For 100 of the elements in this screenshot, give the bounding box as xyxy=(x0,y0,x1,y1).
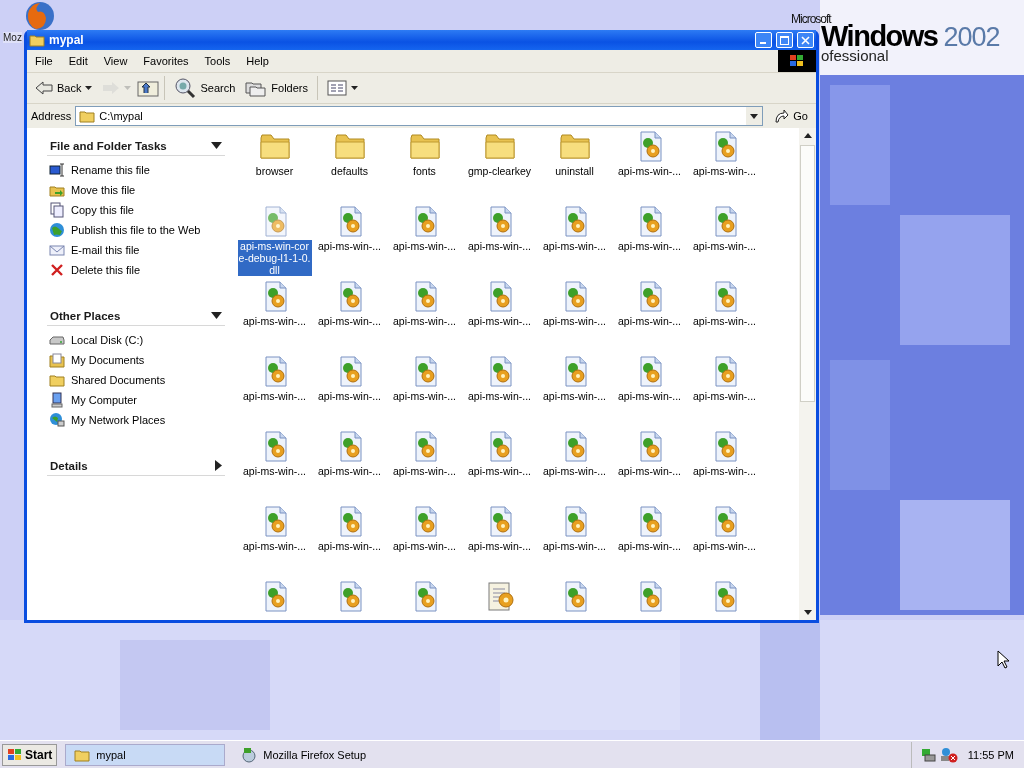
close-button[interactable] xyxy=(797,32,814,48)
task-link[interactable]: My Documents xyxy=(71,354,145,366)
file-name[interactable]: uninstall xyxy=(537,165,612,177)
caret-icon xyxy=(351,86,358,90)
file-name[interactable]: api-ms-win-... xyxy=(462,315,537,327)
file-name[interactable]: api-ms-win-... xyxy=(612,540,687,552)
task-link[interactable]: Delete this file xyxy=(71,264,141,276)
file-name[interactable]: api-ms-win-... xyxy=(387,465,462,477)
collapse-icon[interactable] xyxy=(211,142,222,149)
start-button[interactable]: Start xyxy=(2,744,58,766)
desktop-icon-label[interactable]: Moz xyxy=(3,32,22,43)
task-link[interactable]: My Computer xyxy=(71,394,138,406)
expand-icon[interactable] xyxy=(215,460,222,471)
menu-item[interactable]: Edit xyxy=(60,55,96,67)
mouse-pointer-icon xyxy=(997,650,1009,669)
file-name[interactable]: api-ms-win-... xyxy=(612,165,687,177)
file-name[interactable]: api-ms-win-... xyxy=(462,465,537,477)
scrollbar-thumb[interactable] xyxy=(800,145,815,402)
task-link[interactable]: Move this file xyxy=(71,184,136,196)
caret-icon xyxy=(124,86,132,90)
file-name[interactable]: api-ms-win-... xyxy=(537,315,612,327)
caret-icon xyxy=(85,86,93,90)
collapse-icon[interactable] xyxy=(211,312,222,319)
section-header[interactable]: Other Places xyxy=(47,306,225,326)
dropdown-button[interactable] xyxy=(746,107,763,125)
file-name[interactable]: api-ms-win-... xyxy=(237,540,312,552)
menu-item[interactable]: Favorites xyxy=(135,55,197,67)
file-name[interactable]: api-ms-win-core-debug-l1-1-0.dll xyxy=(237,240,312,276)
file-name[interactable]: api-ms-win-... xyxy=(612,465,687,477)
folder-icon xyxy=(74,747,91,763)
globe-icon xyxy=(49,222,65,238)
maximize-button[interactable] xyxy=(776,32,793,48)
file-name[interactable]: api-ms-win-... xyxy=(687,315,762,327)
file-name[interactable]: api-ms-win-... xyxy=(537,390,612,402)
file-name[interactable]: api-ms-win-... xyxy=(612,390,687,402)
file-name[interactable]: api-ms-win-... xyxy=(537,540,612,552)
envelope-icon xyxy=(49,242,65,258)
file-name[interactable]: api-ms-win-... xyxy=(387,240,462,252)
task-link[interactable]: Shared Documents xyxy=(71,374,166,386)
file-name[interactable]: api-ms-win-... xyxy=(537,240,612,252)
task-link[interactable]: E-mail this file xyxy=(71,244,140,256)
file-name[interactable]: gmp-clearkey xyxy=(462,165,537,177)
file-name[interactable]: api-ms-win-... xyxy=(687,465,762,477)
task-link[interactable]: My Network Places xyxy=(71,414,166,426)
folder-up-icon[interactable] xyxy=(137,79,160,97)
file-name[interactable]: api-ms-win-... xyxy=(612,240,687,252)
taskbar-button[interactable]: mypal xyxy=(65,744,226,766)
file-name[interactable]: api-ms-win-... xyxy=(312,465,387,477)
documents-folder-icon xyxy=(49,352,65,368)
file-name[interactable]: api-ms-win-... xyxy=(612,315,687,327)
folders-button[interactable]: Folders xyxy=(241,76,312,100)
scroll-up-icon[interactable] xyxy=(803,133,812,138)
menu-item[interactable]: File xyxy=(27,55,61,67)
file-name[interactable]: api-ms-win-... xyxy=(687,165,762,177)
address-field[interactable]: C:\mypal xyxy=(75,106,764,126)
file-name[interactable]: api-ms-win-... xyxy=(237,465,312,477)
file-name[interactable]: api-ms-win-... xyxy=(237,390,312,402)
file-name[interactable]: api-ms-win-... xyxy=(312,540,387,552)
file-name[interactable]: fonts xyxy=(387,165,462,177)
network-error-icon[interactable] xyxy=(939,747,958,763)
go-button[interactable]: Go xyxy=(767,108,814,124)
maximize-icon[interactable] xyxy=(780,35,789,45)
file-name[interactable]: api-ms-win-... xyxy=(387,315,462,327)
back-button[interactable]: Back xyxy=(31,76,97,100)
file-name[interactable]: api-ms-win-... xyxy=(687,540,762,552)
file-name[interactable]: api-ms-win-... xyxy=(462,390,537,402)
section-header[interactable]: File and Folder Tasks xyxy=(47,136,225,156)
file-name[interactable]: api-ms-win-... xyxy=(237,315,312,327)
file-name[interactable]: api-ms-win-... xyxy=(462,240,537,252)
file-name[interactable]: browser xyxy=(237,165,312,177)
task-link[interactable]: Rename this file xyxy=(71,164,150,176)
menu-item[interactable]: Tools xyxy=(196,55,239,67)
file-name[interactable]: api-ms-win-... xyxy=(687,390,762,402)
section-header[interactable]: Details xyxy=(47,456,225,476)
fox-globe-icon[interactable] xyxy=(24,0,56,32)
scrollbar[interactable] xyxy=(799,128,816,620)
task-link[interactable]: Publish this file to the Web xyxy=(71,224,201,236)
menu-item[interactable]: Help xyxy=(238,55,277,67)
file-name[interactable]: api-ms-win-... xyxy=(312,315,387,327)
file-name[interactable]: api-ms-win-... xyxy=(387,390,462,402)
menu-item[interactable]: View xyxy=(95,55,136,67)
rename-icon xyxy=(49,162,65,178)
network-connection-icon[interactable] xyxy=(919,747,936,763)
file-name[interactable]: api-ms-win-... xyxy=(312,240,387,252)
file-name[interactable]: api-ms-win-... xyxy=(537,465,612,477)
window-title: mypal xyxy=(49,33,85,47)
file-name[interactable]: api-ms-win-... xyxy=(312,390,387,402)
scroll-down-icon[interactable] xyxy=(803,610,812,615)
task-link[interactable]: Local Disk (C:) xyxy=(71,334,144,346)
file-name[interactable]: api-ms-win-... xyxy=(687,240,762,252)
task-link[interactable]: Copy this file xyxy=(71,204,134,216)
minimize-button[interactable] xyxy=(755,32,772,48)
file-name[interactable]: defaults xyxy=(312,165,387,177)
taskbar-button[interactable]: Mozilla Firefox Setup xyxy=(233,744,394,766)
network-icon xyxy=(49,412,65,428)
file-name[interactable]: api-ms-win-... xyxy=(462,540,537,552)
windows-flag-icon xyxy=(778,50,816,72)
search-button[interactable]: Search xyxy=(170,76,240,100)
close-icon[interactable] xyxy=(801,35,810,45)
file-name[interactable]: api-ms-win-... xyxy=(387,540,462,552)
